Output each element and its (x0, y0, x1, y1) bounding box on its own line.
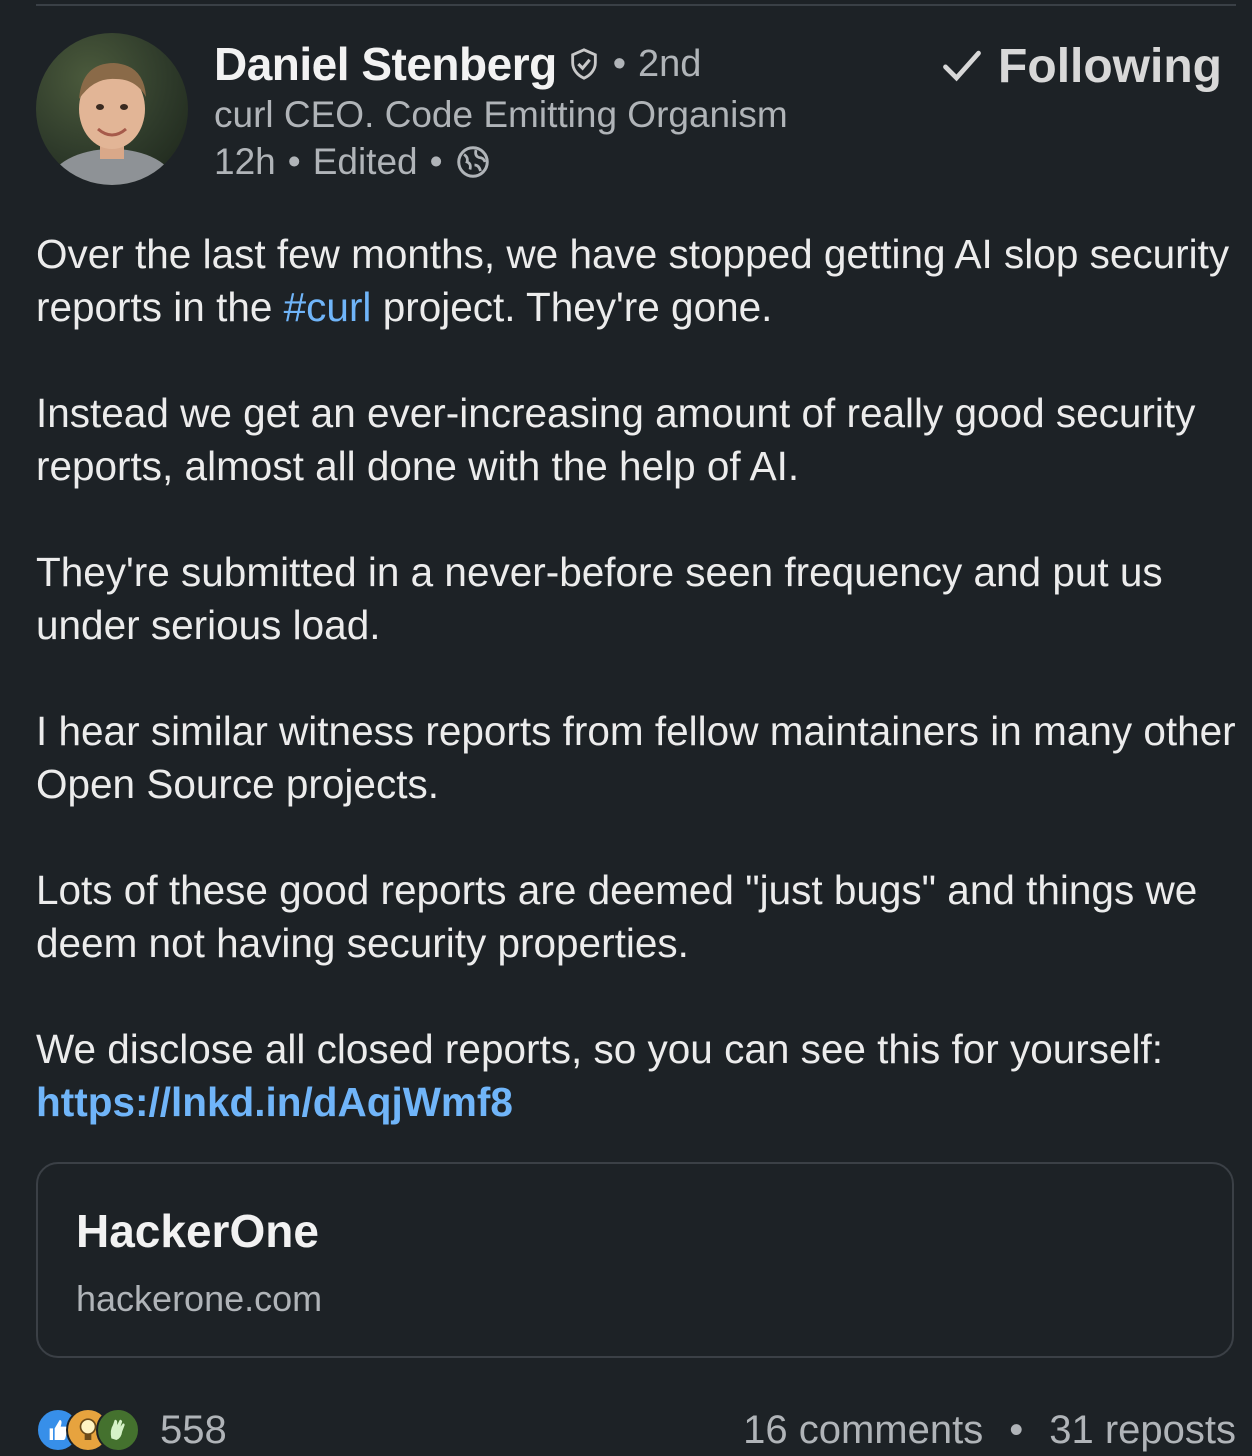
following-label: Following (998, 39, 1222, 93)
post-paragraph: I hear similar witness reports from fell… (36, 708, 1236, 807)
separator-dot: • (612, 42, 627, 85)
post-meta: 12h • Edited • (214, 138, 491, 186)
separator-dot: • (1009, 1407, 1024, 1452)
link-card-title: HackerOne (76, 1205, 319, 1257)
celebrate-icon (96, 1408, 140, 1452)
post-body: Over the last few months, we have stoppe… (36, 228, 1236, 1182)
post-paragraph: Instead we get an ever-increasing amount… (36, 390, 1196, 489)
shortened-url-link[interactable]: https://lnkd.in/dAqjWmf8 (36, 1079, 513, 1125)
post-paragraph: Lots of these good reports are deemed "j… (36, 867, 1198, 966)
author-name-row: Daniel Stenberg • 2nd (214, 34, 701, 94)
separator-dot: • (429, 141, 443, 182)
reactions-count: 558 (160, 1407, 227, 1452)
social-counts: 558 16 comments • 31 reposts (36, 1400, 1236, 1456)
reposts-count[interactable]: 31 reposts (1049, 1408, 1236, 1453)
post-paragraph: They're submitted in a never-before seen… (36, 549, 1163, 648)
verified-badge-icon (570, 48, 597, 80)
separator-dot: • (287, 141, 301, 182)
post-stats: 16 comments • 31 reposts (743, 1406, 1236, 1454)
comments-count[interactable]: 16 comments (743, 1408, 983, 1453)
globe-icon (456, 146, 489, 178)
checkmark-icon (943, 50, 981, 82)
avatar[interactable] (36, 33, 188, 185)
post-time: 12h (214, 141, 276, 182)
author-name[interactable]: Daniel Stenberg (214, 37, 557, 91)
reactions-summary[interactable]: 558 (36, 1406, 227, 1454)
author-headline: curl CEO. Code Emitting Organism (214, 94, 788, 135)
link-preview-card[interactable]: HackerOne hackerone.com (36, 1162, 1234, 1358)
hashtag-link[interactable]: #curl (284, 284, 372, 330)
link-card-domain: hackerone.com (76, 1278, 323, 1319)
post-paragraph: Over the last few months, we have stoppe… (36, 231, 1230, 330)
edited-label: Edited (312, 141, 418, 182)
connection-degree: 2nd (638, 42, 702, 85)
post-paragraph: We disclose all closed reports, so you c… (36, 1026, 1164, 1125)
top-divider (36, 4, 1236, 6)
following-button[interactable]: Following (940, 36, 1222, 96)
